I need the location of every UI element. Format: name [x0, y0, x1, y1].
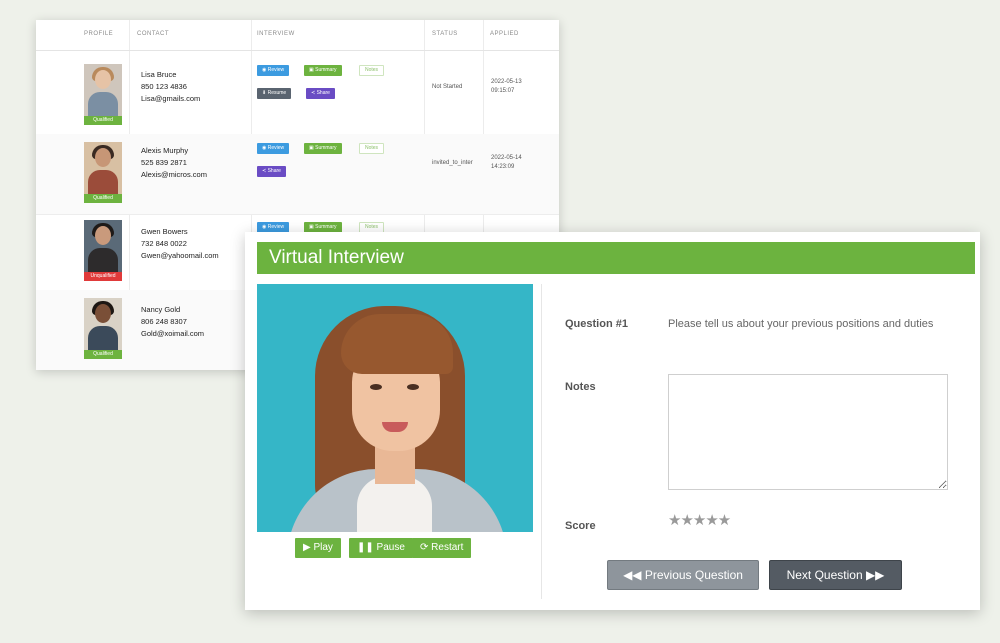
- header-status: STATUS: [432, 31, 458, 37]
- panel-title: Virtual Interview: [269, 247, 404, 268]
- avatar: [84, 142, 122, 194]
- review-button[interactable]: ◉ Review: [257, 143, 290, 154]
- applied-date: 2022-05-14 14:23:09: [491, 155, 522, 170]
- question-label: Question #1: [565, 318, 628, 330]
- notes-textarea[interactable]: [668, 374, 948, 490]
- candidate-email[interactable]: Alexis@micros.com: [141, 169, 207, 181]
- panel-header: Virtual Interview: [257, 242, 975, 274]
- share-button[interactable]: ≺ Share: [306, 88, 335, 99]
- table-row: Qualified Lisa Bruce 850 123 4836 Lisa@g…: [36, 56, 559, 137]
- candidate-phone: 806 248 8307: [141, 317, 187, 326]
- candidate-name: Alexis Murphy: [141, 146, 189, 155]
- candidate-email[interactable]: Gold@xoimail.com: [141, 328, 204, 340]
- notes-button[interactable]: Notes: [359, 143, 385, 154]
- summary-button[interactable]: ▣ Summary: [304, 143, 342, 154]
- share-button[interactable]: ≺ Share: [257, 166, 286, 177]
- resume-button[interactable]: ⬇ Resume: [257, 88, 292, 99]
- play-button[interactable]: ▶ Play: [295, 538, 341, 558]
- table-row: Qualified Alexis Murphy 525 839 2871 Ale…: [36, 134, 559, 215]
- score-stars[interactable]: ★★★★★: [668, 511, 731, 529]
- header-profile: PROFILE: [84, 31, 114, 37]
- header-applied: APPLIED: [490, 31, 519, 37]
- candidate-name: Gwen Bowers: [141, 227, 188, 236]
- restart-button[interactable]: ⟳ Restart: [412, 538, 472, 558]
- review-button[interactable]: ◉ Review: [257, 65, 290, 76]
- candidate-email[interactable]: Lisa@gmails.com: [141, 93, 200, 105]
- header-contact: CONTACT: [137, 31, 170, 37]
- next-question-button[interactable]: Next Question ▶▶: [769, 560, 902, 590]
- notes-button[interactable]: Notes: [359, 65, 385, 76]
- avatar: [84, 220, 122, 272]
- avatar: [84, 298, 122, 350]
- previous-question-button[interactable]: ◀◀ Previous Question: [607, 560, 759, 590]
- contact-info: Nancy Gold 806 248 8307 Gold@xoimail.com: [141, 304, 204, 340]
- question-text: Please tell us about your previous posit…: [668, 318, 934, 330]
- candidate-phone: 525 839 2871: [141, 158, 187, 167]
- status-badge: Qualified: [84, 350, 122, 359]
- candidate-email[interactable]: Gwen@yahoomail.com: [141, 250, 219, 262]
- candidate-name: Lisa Bruce: [141, 70, 177, 79]
- table-header: PROFILE CONTACT INTERVIEW STATUS APPLIED: [36, 20, 559, 51]
- avatar: [84, 64, 122, 116]
- interview-video[interactable]: [257, 284, 533, 532]
- status-badge: Qualified: [84, 194, 122, 203]
- contact-info: Lisa Bruce 850 123 4836 Lisa@gmails.com: [141, 69, 200, 105]
- interview-status: Not Started: [432, 84, 463, 90]
- status-badge: Unqualified: [84, 272, 122, 281]
- contact-info: Alexis Murphy 525 839 2871 Alexis@micros…: [141, 145, 207, 181]
- notes-label: Notes: [565, 381, 596, 393]
- applied-date: 2022-05-13 09:15:07: [491, 79, 522, 94]
- pause-button[interactable]: ❚❚ Pause: [349, 538, 413, 558]
- virtual-interview-panel: Virtual Interview ▶ Play ❚❚ Pause ⟳ Rest…: [245, 232, 980, 610]
- summary-button[interactable]: ▣ Summary: [304, 65, 342, 76]
- score-label: Score: [565, 520, 596, 532]
- candidate-phone: 732 848 0022: [141, 239, 187, 248]
- header-interview: INTERVIEW: [257, 31, 295, 37]
- status-badge: Qualified: [84, 116, 122, 125]
- interview-status: invited_to_inter: [432, 160, 473, 166]
- candidate-name: Nancy Gold: [141, 305, 181, 314]
- contact-info: Gwen Bowers 732 848 0022 Gwen@yahoomail.…: [141, 226, 219, 262]
- candidate-phone: 850 123 4836: [141, 82, 187, 91]
